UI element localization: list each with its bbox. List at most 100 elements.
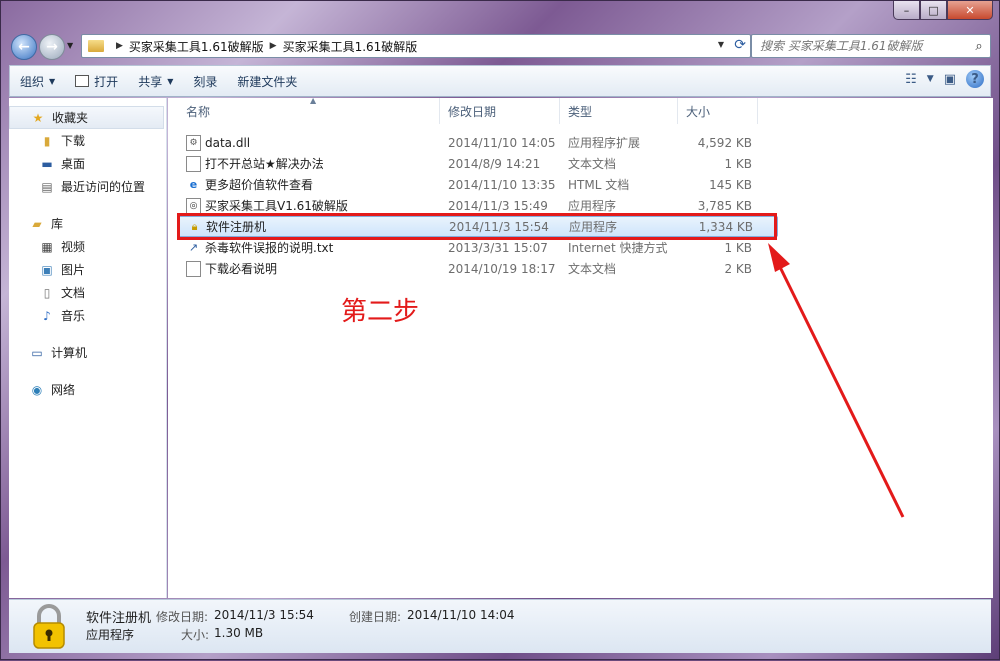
search-input[interactable] [760,36,968,56]
file-modified: 2014/11/3 15:49 [448,198,548,213]
close-button[interactable]: ✕ [947,1,993,20]
sidebar-item-label: 图片 [61,263,86,277]
back-button[interactable]: ← [11,34,37,60]
star-icon: ★ [32,110,44,125]
file-row[interactable]: ↗ 杀毒软件误报的说明.txt 2013/3/31 15:07 Internet … [178,237,778,258]
sidebar-item-label: 下载 [61,134,86,148]
file-name: data.dll [205,135,251,150]
organize-label: 组织 [20,74,45,89]
downloads-folder-icon: ▮ [43,133,51,148]
desktop-icon: ▬ [41,156,53,171]
file-row[interactable]: 打不开总站★解决办法 2014/8/9 14:21 文本文档 1 KB [178,153,778,174]
column-header-name[interactable]: ▲ 名称 [178,96,440,124]
burn-label: 刻录 [193,74,218,89]
file-size: 2 KB [724,261,752,276]
sidebar-item-pictures[interactable]: ▣ 图片 [9,258,166,281]
document-icon: ▯ [43,285,51,300]
picture-icon: ▣ [41,262,53,277]
sidebar-item-downloads[interactable]: ▮ 下载 [9,129,166,152]
file-size: 4,592 KB [697,135,752,150]
file-name: 买家采集工具V1.61破解版 [205,199,348,213]
file-row[interactable]: ⚙ data.dll 2014/11/10 14:05 应用程序扩展 4,592 … [178,132,778,153]
sidebar-item-computer[interactable]: ▭ 计算机 [9,341,166,364]
address-bar[interactable]: ▶ 买家采集工具1.61破解版 ▶ 买家采集工具1.61破解版 ▼ ⟳ [81,34,751,58]
sidebar-item-music[interactable]: ♪ 音乐 [9,304,166,327]
change-view-icon[interactable]: ☷ [905,72,917,87]
computer-icon: ▭ [31,345,43,360]
breadcrumb-item[interactable]: 买家采集工具1.61破解版 [129,38,264,55]
dll-icon: ⚙ [186,134,201,151]
file-modified: 2014/8/9 14:21 [448,156,541,171]
file-type: HTML 文档 [568,178,630,192]
sidebar-item-label: 视频 [61,240,86,254]
text-file-icon [186,260,201,277]
sidebar-item-videos[interactable]: ▦ 视频 [9,235,166,258]
file-modified: 2014/11/10 13:35 [448,177,556,192]
file-name: 下载必看说明 [205,262,278,276]
minimize-button[interactable]: – [893,1,920,20]
breadcrumb-separator-icon[interactable]: ▶ [116,41,123,51]
file-size: 145 KB [709,177,752,192]
help-icon[interactable]: ? [966,70,984,88]
chevron-down-icon: ▼ [49,76,56,86]
highlight-box [177,213,777,240]
forward-arrow-icon: → [46,39,58,55]
file-name: 打不开总站★解决办法 [205,157,324,171]
video-icon: ▦ [41,239,53,254]
column-header-modified[interactable]: 修改日期 [440,98,560,124]
details-created-label: 创建日期: [349,610,402,624]
column-header-row: ▲ 名称 修改日期 类型 大小 [178,96,778,124]
text-file-icon [186,155,201,172]
folder-icon [88,40,104,52]
details-file-name: 软件注册机 [86,611,152,626]
chevron-down-icon: ▼ [167,76,174,86]
file-type: 应用程序扩展 [568,136,641,150]
navigation-pane: ★ 收藏夹 ▮ 下载 ▬ 桌面 ▤ 最近访问的位置 ▰ 库 ▦ 视频 ▣ 图片 ▯ 文档 ♪ 音乐… [9,98,167,598]
file-row[interactable]: 下载必看说明 2014/10/19 18:17 文本文档 2 KB [178,258,778,279]
open-app-icon [75,75,90,87]
sidebar-item-network[interactable]: ◉ 网络 [9,378,166,401]
organize-button[interactable]: 组织 ▼ [10,68,65,94]
sidebar-item-favorites[interactable]: ★ 收藏夹 [9,106,164,129]
sidebar-item-documents[interactable]: ▯ 文档 [9,281,166,304]
sidebar-item-label: 音乐 [61,309,86,323]
forward-button[interactable]: → [39,34,65,60]
share-button[interactable]: 共享 ▼ [128,68,183,94]
refresh-icon[interactable]: ⟳ [734,37,746,53]
lock-icon [33,604,65,649]
recent-pages-dropdown[interactable]: ▼ [67,41,73,50]
maximize-button[interactable]: □ [920,1,947,20]
open-button[interactable]: 打开 [65,68,128,94]
step-annotation: 第二步 [341,297,420,327]
file-type: 文本文档 [568,157,617,171]
burn-button[interactable]: 刻录 [183,68,227,94]
address-dropdown-icon[interactable]: ▼ [718,40,724,49]
details-modified-label: 修改日期: [156,610,209,624]
preview-pane-icon[interactable]: ▣ [944,72,956,87]
sidebar-item-libraries[interactable]: ▰ 库 [9,212,166,235]
breadcrumb-item[interactable]: 买家采集工具1.61破解版 [283,38,418,55]
column-header-type[interactable]: 类型 [560,98,678,124]
recent-places-icon: ▤ [41,179,53,194]
breadcrumb-separator-icon[interactable]: ▶ [270,41,277,51]
sidebar-item-recent-places[interactable]: ▤ 最近访问的位置 [9,175,166,198]
details-file-kind: 应用程序 [86,628,135,642]
sidebar-item-label: 网络 [51,383,76,397]
file-row[interactable]: e 更多超价值软件查看 2014/11/10 13:35 HTML 文档 145 … [178,174,778,195]
details-pane: 软件注册机 应用程序 修改日期: 2014/11/3 15:54 创建日期: 2… [9,599,991,653]
search-icon[interactable]: ⌕ [968,39,990,54]
file-size: 1 KB [724,156,752,171]
caption-buttons: – □ ✕ [893,1,993,20]
new-folder-button[interactable]: 新建文件夹 [227,68,307,94]
file-name: 杀毒软件误报的说明.txt [205,241,334,255]
explorer-window: – □ ✕ ← → ▼ ▶ 买家采集工具1.61破解版 ▶ 买家采集工具1.61… [0,0,1000,660]
sidebar-item-desktop[interactable]: ▬ 桌面 [9,152,166,175]
ie-icon: e [189,178,198,191]
details-size-label: 大小: [181,628,210,642]
search-box[interactable]: ⌕ [751,34,991,58]
column-header-size[interactable]: 大小 [678,98,758,124]
back-arrow-icon: ← [18,39,30,55]
file-modified: 2013/3/31 15:07 [448,240,548,255]
network-icon: ◉ [31,382,43,397]
view-options-dropdown-icon[interactable]: ▼ [927,74,934,84]
